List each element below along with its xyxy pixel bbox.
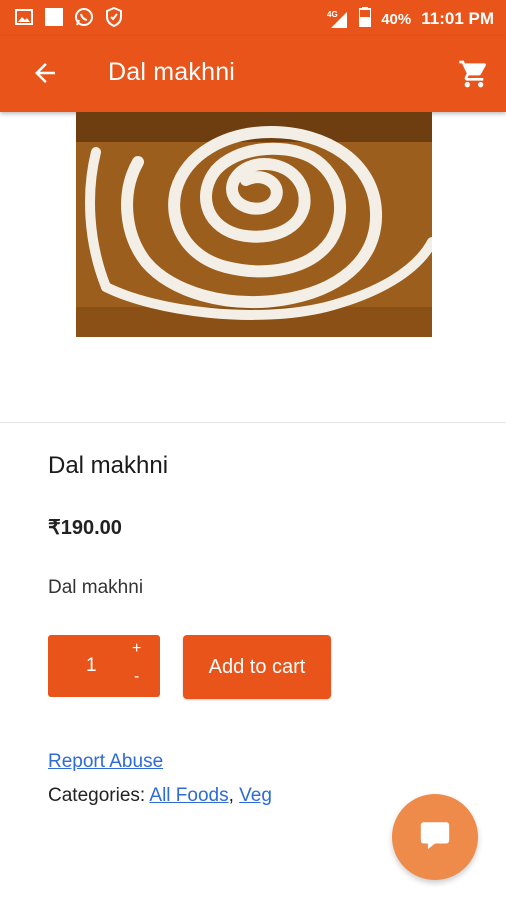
quantity-decrease-button[interactable]: -: [134, 668, 139, 686]
chat-bubble-icon: [418, 818, 452, 857]
shield-icon: [104, 7, 124, 27]
status-bar: 4G 40% 11:01 PM: [0, 0, 506, 36]
clock: 11:01 PM: [421, 9, 494, 28]
product-price: ₹190.00: [48, 517, 122, 539]
report-abuse-link[interactable]: Report Abuse: [48, 751, 163, 773]
category-link-veg[interactable]: Veg: [239, 785, 272, 806]
add-to-cart-button[interactable]: Add to cart: [183, 635, 331, 699]
category-link-all-foods[interactable]: All Foods: [149, 785, 228, 806]
gallery-icon: [14, 7, 34, 27]
product-image: [76, 112, 432, 337]
svg-text:4G: 4G: [327, 10, 338, 19]
whatsapp-icon: [74, 7, 94, 27]
page-title: Dal makhni: [108, 58, 236, 86]
cart-icon[interactable]: [458, 58, 490, 90]
signal-icon: 4G: [327, 9, 349, 29]
product-title: Dal makhni: [48, 452, 169, 479]
chat-button[interactable]: [392, 794, 478, 880]
back-arrow-icon[interactable]: [30, 58, 60, 88]
quantity-stepper: 1 + -: [48, 635, 160, 697]
product-description: Dal makhni: [48, 577, 144, 598]
categories-label: Categories:: [48, 785, 150, 806]
battery-percent: 40%: [381, 10, 412, 28]
quantity-increase-button[interactable]: +: [132, 640, 141, 658]
categories: Categories: All Foods, Veg: [48, 785, 272, 807]
divider: [0, 422, 506, 423]
category-separator: ,: [228, 785, 240, 806]
battery-icon: [358, 7, 373, 31]
square-icon: [44, 7, 64, 27]
quantity-input[interactable]: 1: [86, 655, 97, 677]
app-bar: Dal makhni: [0, 36, 506, 112]
